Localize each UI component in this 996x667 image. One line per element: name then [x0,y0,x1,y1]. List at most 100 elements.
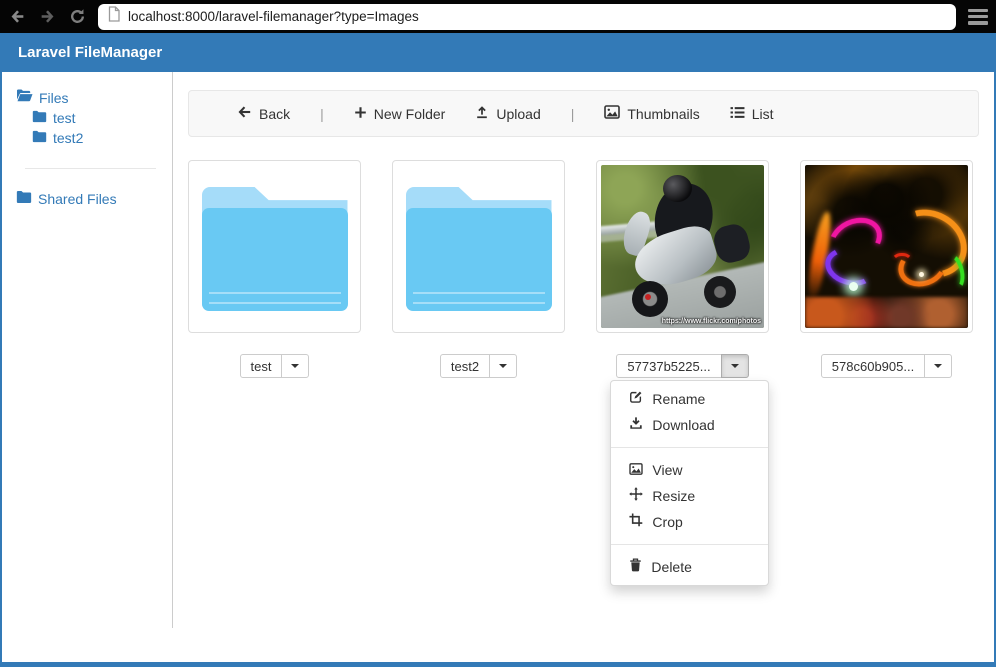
image-card-lights[interactable] [800,160,973,333]
list-label: List [752,106,774,122]
back-arrow-icon[interactable] [8,8,26,26]
item-name-button[interactable]: test [240,354,283,378]
item-column: test2 [392,160,565,378]
toolbar-separator: | [571,106,575,122]
sidebar-item-label: test2 [53,128,83,148]
upload-button[interactable]: Upload [475,105,540,122]
browser-chrome: localhost:8000/laravel-filemanager?type=… [0,0,996,33]
toolbar-separator: | [320,106,324,122]
item-dropdown-toggle[interactable] [489,354,517,378]
lights-art-lamp [849,282,858,291]
refresh-icon[interactable] [68,8,86,26]
sidebar-item-files[interactable]: Files [16,88,172,108]
caret-down-icon [291,364,299,368]
forward-arrow-icon[interactable] [38,8,56,26]
thumbnails-label: Thumbnails [627,106,699,122]
page-icon [107,6,121,27]
menu-item-download[interactable]: Download [611,412,768,438]
menu-item-label: Crop [652,512,682,532]
item-button-group: 57737b5225... Rename [616,354,748,378]
crop-icon [629,512,643,532]
item-dropdown-toggle[interactable] [281,354,309,378]
item-name-button[interactable]: test2 [440,354,490,378]
items-grid: test test2 [188,160,979,378]
list-icon [730,106,745,122]
new-folder-label: New Folder [374,106,446,122]
view-icon [629,460,643,480]
menu-item-resize[interactable]: Resize [611,483,768,509]
item-button-group: test [240,354,310,378]
sidebar-item-shared-files[interactable]: Shared Files [16,189,172,209]
photo-watermark: https://www.flickr.com/photos [662,318,761,325]
sidebar-item-label: Shared Files [38,189,117,209]
thumbnails-button[interactable]: Thumbnails [604,105,699,122]
menu-item-label: Download [652,415,714,435]
back-button[interactable]: Back [237,105,290,122]
folder-card-test[interactable] [188,160,361,333]
scooter-photo-thumbnail: https://www.flickr.com/photos [601,165,764,328]
download-icon [629,415,643,435]
menu-item-label: Delete [651,557,691,577]
address-bar[interactable]: localhost:8000/laravel-filemanager?type=… [98,4,956,30]
content: Files test test2 Shared Files [2,72,994,628]
folder-art-front [406,208,552,311]
new-folder-button[interactable]: New Folder [354,106,446,122]
folder-card-test2[interactable] [392,160,565,333]
caret-down-icon [731,364,739,368]
menu-item-label: Resize [652,486,695,506]
item-context-menu: Rename Download [610,380,769,586]
menu-icon[interactable] [968,9,988,25]
caret-down-icon [934,364,942,368]
item-dropdown-toggle[interactable] [721,354,749,378]
item-button-group: 578c60b905... [821,354,952,378]
sidebar-item-test2[interactable]: test2 [32,128,172,148]
app-title: Laravel FileManager [18,44,162,61]
list-button[interactable]: List [730,106,774,122]
picture-icon [604,105,620,122]
item-column: 578c60b905... [800,160,973,378]
plus-icon [354,106,367,122]
folder-art-front [202,208,348,311]
lights-art-red-arc [891,253,912,271]
filemanager-page: Laravel FileManager Files test test2 [0,33,996,667]
upload-icon [475,105,489,122]
menu-item-label: View [652,460,682,480]
sidebar-item-test[interactable]: test [32,108,172,128]
main-panel: Back | New Folder Upload | [173,72,994,628]
item-column: https://www.flickr.com/photos 57737b5225… [596,160,769,378]
item-dropdown-toggle[interactable] [924,354,952,378]
app-header: Laravel FileManager [2,33,994,72]
menu-item-crop[interactable]: Crop [611,509,768,535]
folder-icon [16,189,32,209]
menu-item-delete[interactable]: Delete [611,554,768,580]
folder-icon [32,108,47,128]
lights-photo-thumbnail [805,165,968,328]
item-name-button[interactable]: 578c60b905... [821,354,925,378]
folder-thumbnail-icon [406,187,552,311]
sidebar-item-label: test [53,108,76,128]
caret-down-icon [499,364,507,368]
image-card-scooter[interactable]: https://www.flickr.com/photos [596,160,769,333]
delete-icon [629,557,642,577]
url-text: localhost:8000/laravel-filemanager?type=… [128,9,419,24]
folder-icon [32,128,47,148]
menu-item-label: Rename [652,389,705,409]
folder-open-icon [16,88,33,108]
rename-icon [629,389,643,409]
menu-item-view[interactable]: View [611,457,768,483]
arrow-left-icon [237,105,252,122]
item-column: test [188,160,361,378]
back-label: Back [259,106,290,122]
menu-item-rename[interactable]: Rename [611,386,768,412]
toolbar: Back | New Folder Upload | [188,90,979,137]
sidebar-item-label: Files [39,88,69,108]
item-name-button[interactable]: 57737b5225... [616,354,721,378]
sidebar: Files test test2 Shared Files [2,72,173,628]
upload-label: Upload [496,106,540,122]
sidebar-divider [25,168,156,169]
menu-divider [611,447,768,448]
resize-icon [629,486,643,506]
menu-divider [611,544,768,545]
lights-art-ground [805,297,968,328]
item-button-group: test2 [440,354,517,378]
